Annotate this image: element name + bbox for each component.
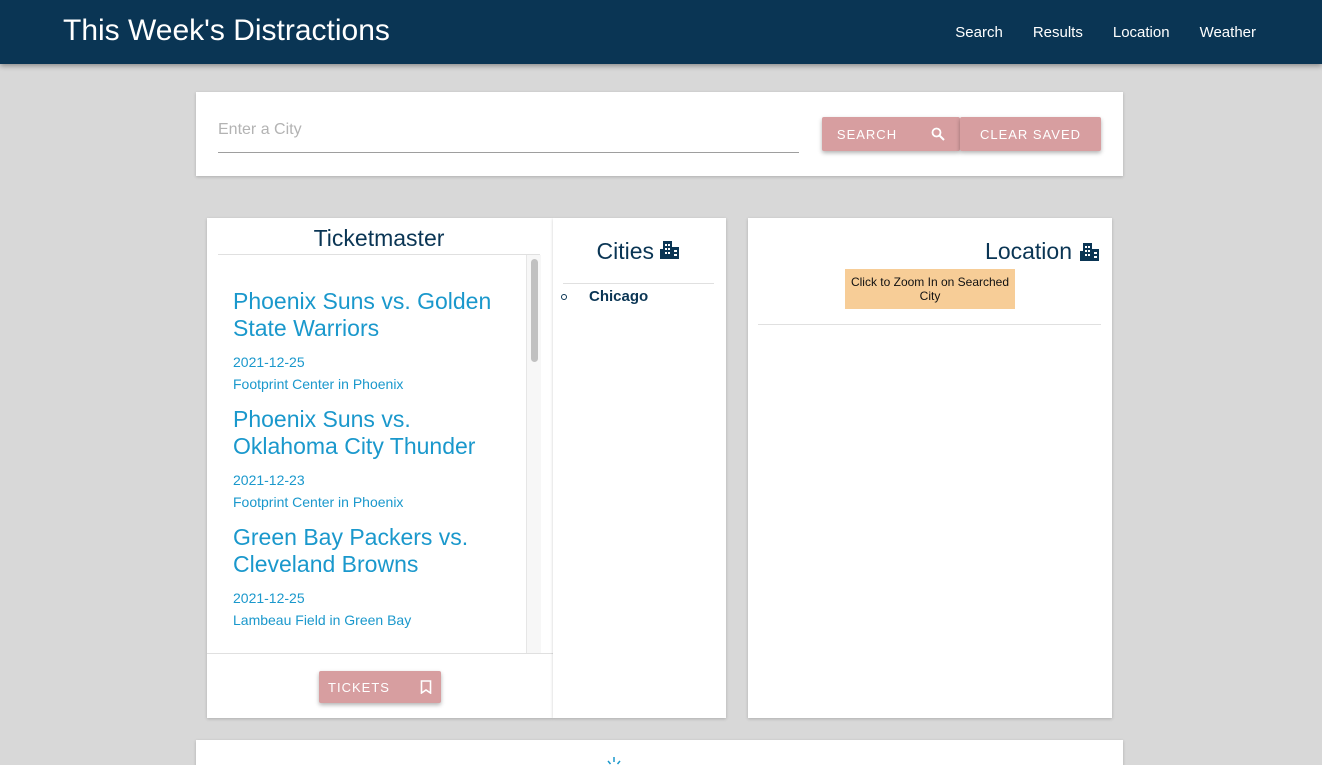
event-item[interactable]: Phoenix Suns vs. Oklahoma City Thunder 2… (218, 406, 540, 510)
search-icon (931, 127, 945, 141)
nav-link-results[interactable]: Results (1033, 24, 1083, 41)
city-icon (660, 241, 680, 259)
divider (758, 324, 1101, 325)
cities-card: Cities Chicago (553, 218, 726, 718)
city-icon (1080, 242, 1100, 261)
nav-link-search[interactable]: Search (955, 24, 1003, 41)
sun-icon (604, 754, 624, 765)
search-card: SEARCH CLEAR SAVED (196, 92, 1123, 176)
nav-link-location[interactable]: Location (1113, 24, 1170, 41)
tickets-button[interactable]: TICKETS (319, 671, 441, 703)
brand-title[interactable]: This Week's Distractions (63, 14, 390, 48)
clear-saved-label: CLEAR SAVED (979, 126, 1082, 142)
event-venue: Footprint Center in Phoenix (233, 494, 404, 510)
search-button[interactable]: SEARCH (822, 117, 960, 151)
zoom-to-city-button[interactable]: Click to Zoom In on Searched City (845, 269, 1015, 309)
scrollbar-thumb[interactable] (531, 259, 538, 362)
ticketmaster-card: Ticketmaster Phoenix Suns vs. Golden Sta… (207, 218, 553, 718)
bookmark-icon (420, 680, 432, 694)
clear-saved-button[interactable]: CLEAR SAVED (960, 117, 1101, 151)
event-item[interactable]: Phoenix Suns vs. Golden State Warriors 2… (218, 288, 540, 392)
city-search-input[interactable] (218, 108, 799, 153)
event-date: 2021-12-25 (233, 590, 305, 606)
ticketmaster-footer: TICKETS (207, 653, 553, 718)
event-venue: Lambeau Field in Green Bay (233, 612, 412, 628)
weather-card (196, 740, 1123, 765)
tickets-button-label: TICKETS (328, 679, 390, 695)
event-venue: Footprint Center in Phoenix (233, 376, 404, 392)
event-date: 2021-12-23 (233, 472, 305, 488)
event-list-scrollbar[interactable] (526, 255, 541, 653)
event-list[interactable]: Phoenix Suns vs. Golden State Warriors 2… (218, 256, 540, 653)
location-title: Location (985, 238, 1100, 265)
event-date: 2021-12-25 (233, 354, 305, 370)
event-title[interactable]: Phoenix Suns vs. Oklahoma City Thunder (233, 406, 508, 460)
cities-title: Cities (563, 238, 714, 284)
city-list-item[interactable]: Chicago (561, 288, 648, 305)
nav-links: Search Results Location Weather (955, 0, 1256, 64)
ticketmaster-title: Ticketmaster (218, 222, 540, 255)
city-name[interactable]: Chicago (589, 288, 648, 305)
event-title[interactable]: Green Bay Packers vs. Cleveland Browns (233, 524, 508, 578)
cities-title-text: Cities (596, 238, 655, 264)
navbar: This Week's Distractions Search Results … (0, 0, 1322, 64)
nav-link-weather[interactable]: Weather (1200, 24, 1256, 41)
event-item[interactable]: Green Bay Packers vs. Cleveland Browns 2… (218, 524, 540, 628)
location-title-text: Location (985, 238, 1072, 264)
list-bullet (561, 293, 567, 300)
search-button-label: SEARCH (836, 126, 898, 142)
location-card: Location Click to Zoom In on Searched Ci… (748, 218, 1112, 718)
event-title[interactable]: Phoenix Suns vs. Golden State Warriors (233, 288, 508, 342)
